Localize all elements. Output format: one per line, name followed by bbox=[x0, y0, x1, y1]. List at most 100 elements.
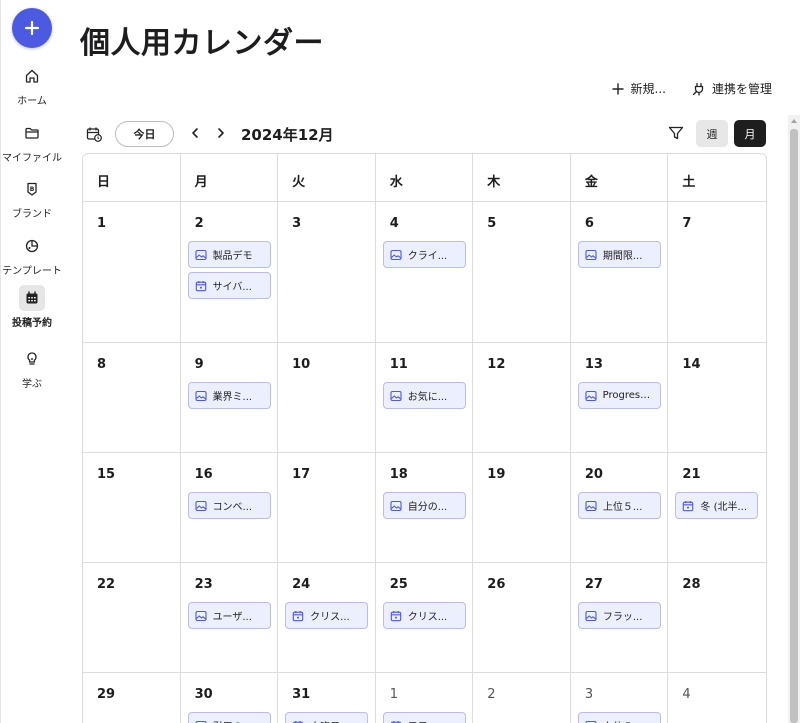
calendar-toolbar: 今日 2024年12月 週 月 bbox=[82, 120, 768, 148]
calendar-event[interactable]: 大晦日 bbox=[285, 712, 369, 723]
day-cell[interactable]: 9 業界ミ... bbox=[181, 343, 279, 452]
create-button[interactable] bbox=[12, 8, 52, 48]
calendar-event[interactable]: Progress... bbox=[577, 382, 661, 409]
calendar-event[interactable]: 元日 bbox=[382, 712, 466, 723]
day-number: 13 bbox=[584, 357, 603, 372]
day-number: 22 bbox=[97, 577, 116, 592]
day-cell[interactable]: 18 自分の... bbox=[376, 453, 474, 562]
image-icon bbox=[585, 500, 597, 512]
day-cell[interactable]: 8 bbox=[83, 343, 181, 452]
scrollbar-thumb[interactable] bbox=[790, 129, 798, 723]
chevron-right-icon[interactable] bbox=[214, 126, 228, 140]
calendar-event-icon bbox=[390, 610, 402, 622]
today-button[interactable]: 今日 bbox=[115, 121, 174, 147]
calendar-clock-icon[interactable] bbox=[86, 126, 102, 142]
day-cell[interactable]: 19 bbox=[473, 453, 571, 562]
image-icon bbox=[585, 249, 597, 261]
day-cell[interactable]: 1 bbox=[83, 202, 181, 342]
day-cell[interactable]: 4 bbox=[668, 673, 766, 723]
plus-icon bbox=[611, 82, 624, 95]
sidebar-item-home[interactable]: ホーム bbox=[1, 63, 63, 107]
week-view-button[interactable]: 週 bbox=[696, 120, 728, 147]
day-cell[interactable]: 12 bbox=[473, 343, 571, 452]
calendar-event[interactable]: 冬 (北半... bbox=[675, 492, 759, 519]
sidebar-item-my-files[interactable]: マイファイル bbox=[1, 120, 63, 164]
chevron-left-icon[interactable] bbox=[188, 126, 202, 140]
new-button[interactable]: 新規... bbox=[611, 80, 666, 97]
day-number: 2 bbox=[194, 216, 204, 231]
day-cell[interactable]: 1 元日 bbox=[376, 673, 474, 723]
calendar-event[interactable]: クライ... bbox=[382, 241, 466, 268]
sidebar-item-scheduled-posts[interactable]: 投稿予約 bbox=[1, 285, 63, 329]
event-title: 引用の... bbox=[213, 718, 253, 723]
day-cell[interactable]: 23 ユーザ... bbox=[181, 563, 279, 672]
day-cell[interactable]: 2 bbox=[473, 673, 571, 723]
calendar-event[interactable]: お気に... bbox=[382, 382, 466, 409]
day-cell[interactable]: 20 上位５... bbox=[571, 453, 669, 562]
vertical-scrollbar[interactable] bbox=[788, 115, 800, 723]
event-title: 上位５... bbox=[602, 502, 643, 513]
calendar-event[interactable]: 上位５... bbox=[577, 712, 661, 723]
calendar-event[interactable]: 製品デモ bbox=[187, 241, 271, 268]
sidebar-item-label: ブランド bbox=[12, 209, 52, 220]
day-number: 6 bbox=[584, 216, 594, 231]
day-cell[interactable]: 10 bbox=[278, 343, 376, 452]
day-cell[interactable]: 24 クリス... bbox=[278, 563, 376, 672]
plug-icon bbox=[692, 82, 704, 96]
image-icon bbox=[585, 610, 597, 622]
day-cell[interactable]: 11 お気に... bbox=[376, 343, 474, 452]
day-cell[interactable]: 4 クライ... bbox=[376, 202, 474, 342]
scroll-up-arrow-icon[interactable] bbox=[788, 115, 800, 127]
sidebar-item-learn[interactable]: 学ぶ bbox=[1, 346, 63, 390]
calendar-event[interactable]: 業界ミ... bbox=[187, 382, 271, 409]
day-cell[interactable]: 25 クリス... bbox=[376, 563, 474, 672]
calendar-event-icon bbox=[292, 720, 304, 723]
calendar-event[interactable]: 自分の... bbox=[382, 492, 466, 519]
current-month-label: 2024年12月 bbox=[241, 126, 334, 144]
day-cell[interactable]: 3 bbox=[278, 202, 376, 342]
image-icon bbox=[195, 610, 207, 622]
day-cell[interactable]: 28 bbox=[668, 563, 766, 672]
calendar-event[interactable]: コンベ... bbox=[187, 492, 271, 519]
day-number: 4 bbox=[389, 216, 399, 231]
day-number: 29 bbox=[97, 687, 116, 702]
day-cell[interactable]: 13 Progress... bbox=[571, 343, 669, 452]
month-view-button[interactable]: 月 bbox=[734, 120, 766, 147]
manage-integrations-label: 連携を管理 bbox=[711, 82, 772, 96]
sidebar-item-brand[interactable]: B ブランド bbox=[1, 176, 63, 220]
day-number: 5 bbox=[487, 216, 497, 231]
day-cell[interactable]: 31 大晦日 bbox=[278, 673, 376, 723]
calendar-event[interactable]: クリス... bbox=[382, 602, 466, 629]
calendar-event[interactable]: 期間限... bbox=[577, 241, 661, 268]
day-cell[interactable]: 3 上位５... bbox=[571, 673, 669, 723]
day-cell[interactable]: 17 bbox=[278, 453, 376, 562]
day-cell[interactable]: 2 製品デモサイバ... bbox=[181, 202, 279, 342]
calendar-event[interactable]: 引用の... bbox=[187, 712, 271, 723]
day-cell[interactable]: 16 コンベ... bbox=[181, 453, 279, 562]
calendar-event[interactable]: ユーザ... bbox=[187, 602, 271, 629]
day-cell[interactable]: 7 bbox=[668, 202, 766, 342]
day-cell[interactable]: 26 bbox=[473, 563, 571, 672]
calendar-event[interactable]: 上位５... bbox=[577, 492, 661, 519]
sidebar-item-templates[interactable]: テンプレート bbox=[1, 233, 63, 277]
event-title: お気に... bbox=[407, 392, 448, 403]
event-title: フラッ... bbox=[602, 612, 643, 623]
calendar-event[interactable]: サイバ... bbox=[187, 272, 271, 299]
day-cell[interactable]: 22 bbox=[83, 563, 181, 672]
day-cell[interactable]: 21 冬 (北半... bbox=[668, 453, 766, 562]
day-cell[interactable]: 27 フラッ... bbox=[571, 563, 669, 672]
day-cell[interactable]: 5 bbox=[473, 202, 571, 342]
day-cell[interactable]: 30 引用の... bbox=[181, 673, 279, 723]
image-icon bbox=[390, 500, 402, 512]
week-row: 15 16 コンベ... 17 18 自分の... 19 20 上位５... 21 冬 (北半... bbox=[83, 453, 766, 563]
calendar-event[interactable]: クリス... bbox=[285, 602, 369, 629]
day-cell[interactable]: 6 期間限... bbox=[571, 202, 669, 342]
day-cell[interactable]: 29 bbox=[83, 673, 181, 723]
day-number: 3 bbox=[292, 216, 302, 231]
day-cell[interactable]: 14 bbox=[668, 343, 766, 452]
manage-integrations-button[interactable]: 連携を管理 bbox=[692, 80, 772, 97]
day-cell[interactable]: 15 bbox=[83, 453, 181, 562]
filter-icon[interactable] bbox=[668, 125, 684, 141]
day-number: 28 bbox=[682, 577, 701, 592]
calendar-event[interactable]: フラッ... bbox=[577, 602, 661, 629]
